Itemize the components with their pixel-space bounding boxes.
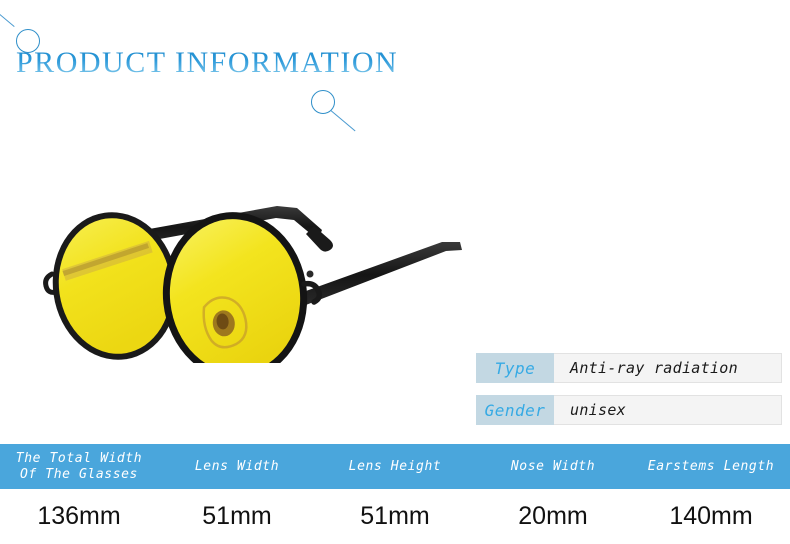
dimensions-value-lens-width: 51mm [202, 502, 272, 530]
line-top-left-icon [0, 6, 15, 28]
property-row-gender: Gender unisex [476, 395, 782, 425]
property-row-type: Type Anti-ray radiation [476, 353, 782, 383]
property-label-type: Type [476, 353, 554, 383]
dimensions-header-total-width: The Total Width Of The Glasses [15, 450, 143, 482]
product-information-page: PRODUCT INFORMATION Type Anti-ray radiat… [0, 0, 790, 544]
property-value-type: Anti-ray radiation [554, 353, 782, 383]
property-value-gender: unisex [554, 395, 782, 425]
dimensions-table-value-row: 136mm 51mm 51mm 20mm 140mm [0, 489, 790, 544]
page-title: PRODUCT INFORMATION [16, 46, 399, 79]
product-image-sunglasses [22, 178, 472, 363]
dimensions-header-earstems-length: Earstems Length [647, 458, 775, 474]
line-mid-icon [330, 110, 356, 132]
dimensions-value-earstems-length: 140mm [669, 502, 753, 530]
dimensions-table-header-row: The Total Width Of The Glasses Lens Widt… [0, 444, 790, 489]
dimensions-header-nose-width: Nose Width [510, 458, 596, 474]
dimensions-table: The Total Width Of The Glasses Lens Widt… [0, 444, 790, 544]
dimensions-value-total-width: 136mm [37, 502, 121, 530]
dimensions-header-lens-height: Lens Height [348, 458, 442, 474]
property-label-gender: Gender [476, 395, 554, 425]
dimensions-header-lens-width: Lens Width [194, 458, 280, 474]
dimensions-value-lens-height: 51mm [360, 502, 430, 530]
dimensions-value-nose-width: 20mm [518, 502, 588, 530]
